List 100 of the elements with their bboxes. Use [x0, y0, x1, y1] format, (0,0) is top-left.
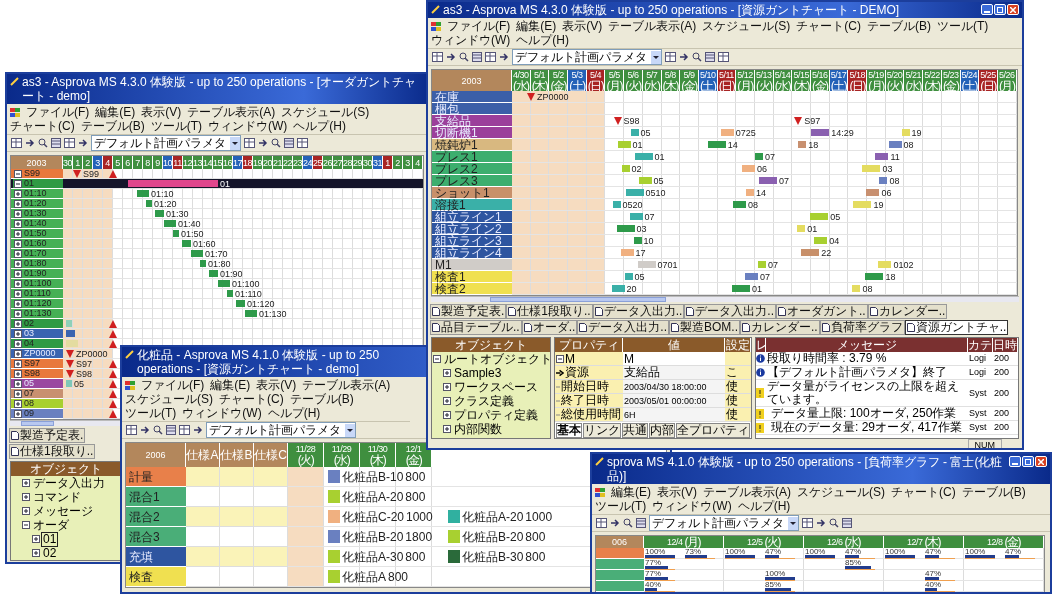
document-tab[interactable]: カレンダー.. — [867, 304, 948, 319]
menu-item[interactable]: スケジュール(S) — [281, 105, 370, 119]
gantt-bar[interactable] — [758, 176, 777, 185]
tree-item[interactable]: 内部関数 — [453, 422, 503, 436]
menu-item[interactable]: テーブル(B) — [961, 485, 1026, 499]
menu-item[interactable]: 編集(E) — [95, 105, 136, 119]
tree-item[interactable]: ワークスペース — [453, 380, 539, 394]
menu-item[interactable]: テーブル表示(A) — [302, 378, 391, 392]
menu-item[interactable]: ファイル(F) — [141, 378, 205, 392]
grid-icon[interactable] — [244, 138, 255, 148]
document-tab[interactable]: カレンダー.. — [740, 320, 820, 335]
arrow-icon[interactable] — [499, 52, 509, 62]
gantt-bar[interactable] — [731, 284, 750, 293]
maximize-button[interactable] — [1022, 456, 1034, 467]
menu-item[interactable]: スケジュール(S) — [125, 392, 213, 406]
arrow-icon[interactable] — [816, 518, 826, 528]
gantt-bar[interactable] — [448, 549, 460, 564]
document-tab[interactable]: 製造予定表. — [430, 304, 507, 319]
expand-icon[interactable] — [14, 299, 22, 308]
tree-item[interactable]: コマンド — [32, 490, 82, 504]
arrow-icon[interactable] — [610, 518, 620, 528]
grid-icon[interactable] — [126, 425, 137, 435]
menu-item[interactable]: ツール(T) — [125, 406, 177, 420]
menu-item[interactable]: ウィンドウ(W) — [182, 406, 262, 420]
menu-item[interactable]: テーブル(B) — [289, 392, 354, 406]
menu-item[interactable]: ウィンドウ(W) — [652, 499, 732, 513]
table-icon[interactable] — [51, 138, 61, 148]
menu-item[interactable]: テーブル表示(A) — [608, 19, 697, 33]
menu-item[interactable]: ウィンドウ(W) — [208, 119, 288, 133]
expand-icon[interactable] — [22, 479, 30, 487]
parameter-dropdown[interactable]: デフォルト計画パラメタ — [91, 135, 241, 151]
arrow-icon[interactable] — [140, 425, 150, 435]
tree-item[interactable]: オーダ — [32, 518, 70, 532]
arrow-icon[interactable] — [193, 425, 203, 435]
expand-icon[interactable] — [14, 289, 22, 298]
expand-icon[interactable] — [22, 507, 30, 515]
close-button[interactable] — [1035, 456, 1047, 467]
grid-icon[interactable] — [718, 52, 729, 62]
close-button[interactable] — [1007, 4, 1019, 15]
expand-icon[interactable] — [14, 389, 22, 398]
expand-icon[interactable] — [14, 359, 22, 368]
menu-item[interactable]: ヘルプ(H) — [293, 119, 346, 133]
minimize-button[interactable] — [981, 4, 993, 15]
menu-item[interactable]: テーブル(B) — [867, 19, 931, 33]
document-tab[interactable]: 品目テーブル.. — [430, 320, 522, 335]
menu-item[interactable]: 表示(V) — [657, 485, 697, 499]
document-tab[interactable]: 仕様1段取り.. — [9, 444, 96, 459]
document-tab[interactable]: 仕様1段取り.. — [506, 304, 593, 319]
horizontal-scrollbar[interactable] — [10, 420, 120, 426]
property-tab[interactable]: 基本 — [556, 423, 582, 438]
gantt-bar[interactable] — [754, 152, 763, 161]
search-icon[interactable] — [623, 518, 633, 528]
grid-icon[interactable] — [432, 52, 443, 62]
collapse-icon[interactable] — [556, 354, 564, 363]
menu-item[interactable]: テーブル表示(A) — [703, 485, 791, 499]
arrow-icon[interactable] — [258, 138, 268, 148]
grid-icon[interactable] — [297, 138, 308, 148]
property-tab[interactable]: 全プロパティ — [676, 423, 750, 438]
expand-icon[interactable] — [14, 379, 22, 388]
gantt-bar[interactable] — [801, 248, 820, 257]
document-tab[interactable]: 製造BOM.. — [669, 320, 741, 335]
search-icon[interactable] — [829, 518, 839, 528]
document-tab[interactable]: 負荷率グラフ — [819, 320, 905, 335]
menu-item[interactable]: ファイル(F) — [447, 19, 511, 33]
expand-icon[interactable] — [22, 493, 30, 501]
tree-item[interactable]: ルートオブジェクト — [443, 352, 550, 366]
expand-icon[interactable] — [14, 329, 22, 338]
property-tab[interactable]: 内部 — [649, 423, 675, 438]
horizontal-scrollbar[interactable] — [431, 296, 1019, 302]
menu-item[interactable]: ツール(T) — [937, 19, 989, 33]
menu-item[interactable]: 編集(E) — [516, 19, 557, 33]
expand-icon[interactable] — [14, 259, 22, 268]
gantt-bar[interactable] — [888, 140, 902, 149]
parameter-dropdown[interactable]: デフォルト計画パラメタ — [512, 49, 662, 65]
menu-item[interactable]: 表示(V) — [141, 105, 182, 119]
grid-icon[interactable] — [802, 518, 813, 528]
menu-item[interactable]: 表示(V) — [256, 378, 297, 392]
expand-icon[interactable] — [14, 279, 22, 288]
grid-icon[interactable] — [596, 518, 607, 528]
gantt-bar[interactable] — [633, 236, 642, 245]
document-tab[interactable]: オーダガント.. — [776, 304, 868, 319]
expand-icon[interactable] — [14, 349, 22, 358]
tree-item[interactable]: プロパティ定義 — [453, 408, 539, 422]
gantt-bar[interactable] — [707, 140, 726, 149]
gantt-bar[interactable] — [798, 140, 807, 149]
arrow-icon[interactable] — [78, 138, 88, 148]
expand-icon[interactable] — [443, 411, 451, 419]
gantt-bar[interactable] — [732, 200, 746, 209]
expand-icon[interactable] — [14, 369, 22, 378]
gantt-bar[interactable] — [865, 272, 884, 281]
property-tab[interactable]: リンク — [583, 423, 621, 438]
minimize-button[interactable] — [1009, 456, 1021, 467]
search-icon[interactable] — [459, 52, 469, 62]
expand-icon[interactable] — [14, 319, 22, 328]
collapse-icon[interactable] — [22, 521, 30, 529]
expand-icon[interactable] — [443, 369, 451, 377]
search-icon[interactable] — [692, 52, 702, 62]
grid-icon[interactable] — [665, 52, 676, 62]
document-tab[interactable]: 製造予定表. — [9, 428, 86, 443]
expand-icon[interactable] — [443, 383, 451, 391]
